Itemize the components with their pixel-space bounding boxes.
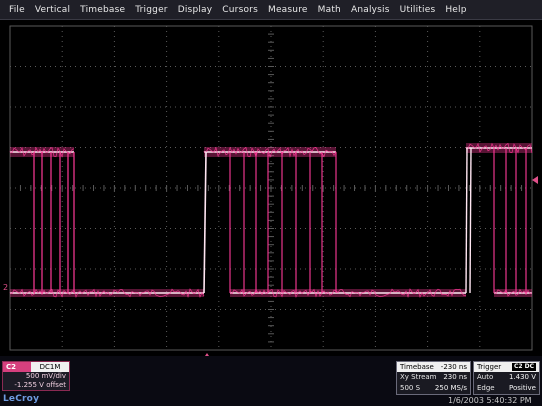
trigger-type: Edge bbox=[477, 384, 495, 392]
timebase-samples: 500 S bbox=[400, 384, 421, 392]
waveform-display[interactable] bbox=[0, 20, 542, 356]
timebase-tdiv: 230 ns bbox=[443, 373, 467, 381]
channel-name: C2 bbox=[3, 362, 31, 372]
menu-trigger[interactable]: Trigger bbox=[130, 5, 172, 15]
menu-timebase[interactable]: Timebase bbox=[75, 5, 130, 15]
channel-coupling: DC1M bbox=[31, 362, 69, 372]
channel-ground-marker[interactable]: 2 bbox=[3, 283, 8, 292]
menu-bar: File Vertical Timebase Trigger Display Cursor… bbox=[0, 0, 542, 20]
trigger-source-badge: C2 DC bbox=[511, 363, 536, 371]
menu-analysis[interactable]: Analysis bbox=[346, 5, 395, 15]
menu-display[interactable]: Display bbox=[173, 5, 218, 15]
waveform-grid bbox=[9, 25, 533, 351]
timebase-rate: 250 MS/s bbox=[434, 384, 467, 392]
menu-cursors[interactable]: Cursors bbox=[217, 5, 263, 15]
date-time-stamp: 1/6/2003 5:40:32 PM bbox=[448, 396, 532, 405]
trigger-descriptor-box[interactable]: Trigger C2 DC Auto 1.430 V Edge Positive bbox=[473, 361, 540, 395]
lecroy-logo: LeCroy bbox=[3, 394, 40, 404]
timebase-delay: -230 ns bbox=[440, 363, 467, 371]
trigger-mode: Auto bbox=[477, 373, 494, 381]
trigger-slope: Positive bbox=[509, 384, 536, 392]
menu-file[interactable]: File bbox=[4, 5, 30, 15]
menu-utilities[interactable]: Utilities bbox=[395, 5, 441, 15]
trigger-level: 1.430 V bbox=[508, 373, 536, 381]
channel-offset: -1.255 V offset bbox=[14, 381, 66, 389]
menu-help[interactable]: Help bbox=[440, 5, 471, 15]
channel-vdiv: 500 mV/div bbox=[25, 372, 66, 380]
menu-math[interactable]: Math bbox=[313, 5, 346, 15]
menu-measure[interactable]: Measure bbox=[263, 5, 313, 15]
timebase-descriptor-box[interactable]: Timebase -230 ns Xy Stream 230 ns 500 S … bbox=[396, 361, 471, 395]
channel-descriptor-box[interactable]: C2 DC1M 500 mV/div -1.255 V offset bbox=[2, 361, 70, 391]
trigger-level-marker[interactable] bbox=[532, 176, 538, 184]
menu-vertical[interactable]: Vertical bbox=[30, 5, 75, 15]
timebase-label: Timebase bbox=[400, 363, 434, 371]
trigger-label: Trigger bbox=[477, 363, 502, 371]
timebase-mode: Xy Stream bbox=[400, 373, 437, 381]
